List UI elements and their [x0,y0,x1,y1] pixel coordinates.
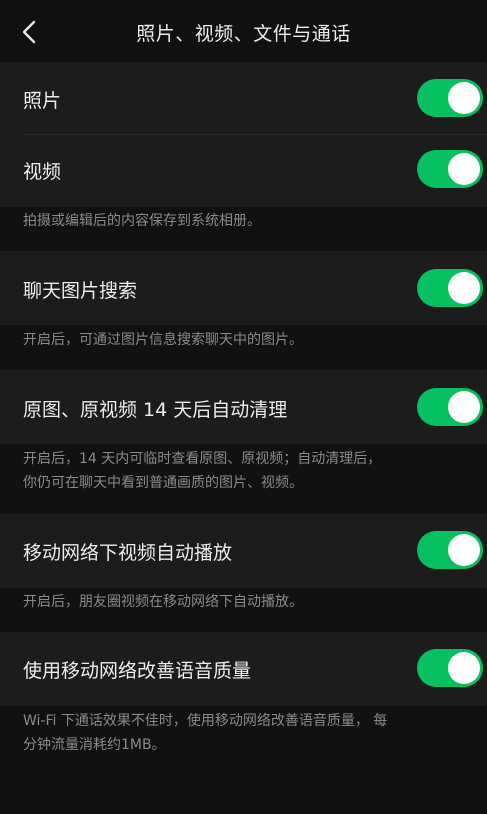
chat-image-search-label: 聊天图片搜索 [23,280,138,302]
voice-quality-note-line1: Wi-Fi 下通话效果不佳时，使用移动网络改善语音质量， 每 [23,713,388,729]
toggle-knob [448,82,480,114]
video-toggle[interactable] [417,150,483,188]
toggle-knob [448,391,480,423]
photo-toggle[interactable] [417,79,483,117]
voice-quality-label: 使用移动网络改善语音质量 [23,660,252,682]
mobile-autoplay-toggle[interactable] [417,531,483,569]
video-label: 视频 [23,161,62,183]
nav-bar: 照片、视频、文件与通话 [0,0,487,62]
toggle-knob [448,534,480,566]
toggle-knob [448,652,480,684]
auto-clean-note-line2: 你仍可在聊天中看到普通画质的图片、视频。 [23,475,303,491]
chat-image-search-note: 开启后，可通过图片信息搜索聊天中的图片。 [23,332,303,348]
auto-clean-label: 原图、原视频 14 天后自动清理 [23,399,288,421]
toggle-knob [448,272,480,304]
voice-quality-note-line2: 分钟流量消耗约1MB。 [23,737,166,753]
auto-clean-note-line1: 开启后，14 天内可临时查看原图、原视频；自动清理后， [23,451,382,467]
auto-clean-toggle[interactable] [417,388,483,426]
save-to-album-group: 照片 视频 [0,62,487,207]
chat-image-search-row: 聊天图片搜索 [0,251,487,325]
voice-quality-toggle[interactable] [417,649,483,687]
save-note: 拍摄或编辑后的内容保存到系统相册。 [23,213,261,229]
mobile-autoplay-note: 开启后，朋友圈视频在移动网络下自动播放。 [23,594,303,610]
divider [23,134,487,135]
mobile-autoplay-label: 移动网络下视频自动播放 [23,542,233,564]
page-title: 照片、视频、文件与通话 [136,23,351,45]
photo-label: 照片 [23,90,62,112]
voice-quality-row: 使用移动网络改善语音质量 [0,632,487,706]
toggle-knob [448,153,480,185]
mobile-autoplay-row: 移动网络下视频自动播放 [0,514,487,588]
auto-clean-row: 原图、原视频 14 天后自动清理 [0,370,487,444]
chat-image-search-toggle[interactable] [417,269,483,307]
